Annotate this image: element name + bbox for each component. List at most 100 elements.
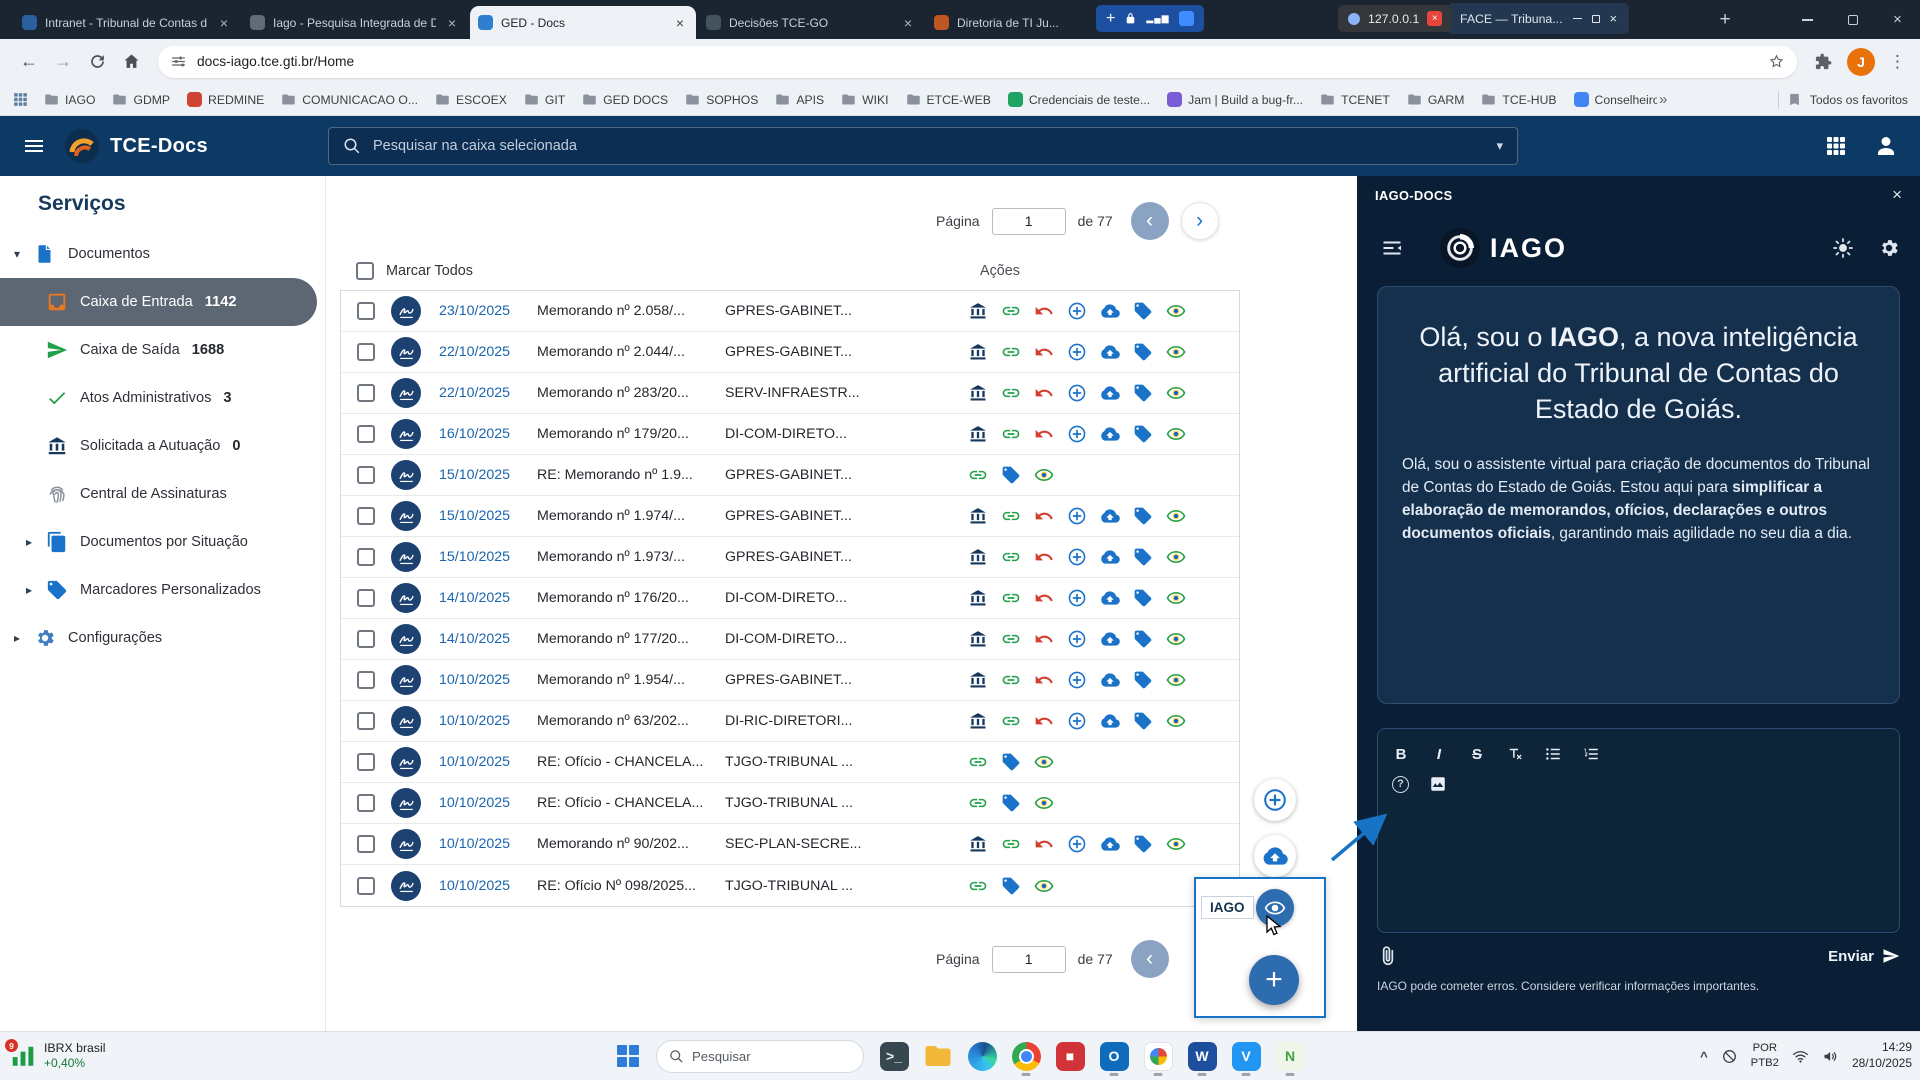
tag-action-icon[interactable] (1126, 585, 1159, 611)
tag-action-icon[interactable] (994, 462, 1027, 488)
image-icon[interactable] (1429, 775, 1447, 793)
app-search-input[interactable] (371, 137, 1486, 155)
sidebar-toggle-icon[interactable] (1380, 236, 1404, 260)
document-date-link[interactable]: 10/10/2025 (439, 672, 531, 688)
link-action-icon[interactable] (961, 749, 994, 775)
link-action-icon[interactable] (994, 298, 1027, 324)
document-date-link[interactable]: 15/10/2025 (439, 508, 531, 524)
row-checkbox[interactable] (357, 466, 375, 484)
settings-gear-icon[interactable] (1878, 237, 1900, 259)
link-action-icon[interactable] (994, 339, 1027, 365)
row-checkbox[interactable] (357, 753, 375, 771)
plusc-action-icon[interactable] (1060, 831, 1093, 857)
document-date-link[interactable]: 10/10/2025 (439, 795, 531, 811)
undo-action-icon[interactable] (1027, 708, 1060, 734)
bookmark-item[interactable]: ESCOEX (428, 89, 514, 110)
panel-close-icon[interactable]: × (1892, 185, 1902, 205)
expander-icon[interactable]: ▸ (26, 583, 42, 597)
expander-icon[interactable]: ▾ (14, 247, 30, 261)
bookmark-item[interactable]: TCE-HUB (1474, 89, 1563, 110)
row-checkbox[interactable] (357, 589, 375, 607)
taskbar-app-photos[interactable] (1136, 1034, 1180, 1078)
app-search-bar[interactable]: ▾ (328, 127, 1518, 165)
window-minimize-button[interactable] (1785, 0, 1830, 39)
eye-action-icon[interactable] (1159, 585, 1192, 611)
browser-tab[interactable]: GED - Docs × (470, 6, 696, 39)
bookmark-item[interactable]: GDMP (105, 89, 177, 110)
link-action-icon[interactable] (994, 380, 1027, 406)
overlay-close-icon[interactable]: × (1427, 11, 1442, 26)
link-action-icon[interactable] (961, 462, 994, 488)
plusc-action-icon[interactable] (1060, 421, 1093, 447)
bookmark-item[interactable]: GED DOCS (575, 89, 675, 110)
eye-action-icon[interactable] (1159, 626, 1192, 652)
eye-action-icon[interactable] (1159, 544, 1192, 570)
expander-icon[interactable]: ▸ (14, 631, 30, 645)
start-button[interactable] (608, 1036, 648, 1076)
face-window-overlay[interactable]: FACE — Tribuna... × (1448, 3, 1629, 34)
link-action-icon[interactable] (994, 667, 1027, 693)
row-checkbox[interactable] (357, 507, 375, 525)
expander-icon[interactable]: ▸ (26, 535, 42, 549)
eye-action-icon[interactable] (1027, 749, 1060, 775)
tag-action-icon[interactable] (1126, 503, 1159, 529)
document-title[interactable]: Memorando nº 1.973/... (537, 549, 719, 565)
row-checkbox[interactable] (357, 343, 375, 361)
bookmark-item[interactable]: GARM (1400, 89, 1472, 110)
sidebar-item[interactable]: ▸ Documentos por Situação (0, 518, 317, 566)
prev-page-button[interactable]: ‹ (1131, 202, 1169, 240)
plusc-action-icon[interactable] (1060, 503, 1093, 529)
overlay-tile[interactable] (1179, 11, 1194, 26)
document-date-link[interactable]: 10/10/2025 (439, 836, 531, 852)
taskbar-app-notepadpp[interactable]: N (1268, 1034, 1312, 1078)
row-checkbox[interactable] (357, 794, 375, 812)
cloud-action-icon[interactable] (1093, 544, 1126, 570)
numbered-list-icon[interactable] (1582, 745, 1600, 763)
row-checkbox[interactable] (357, 302, 375, 320)
address-bar[interactable]: docs-iago.tce.gti.br/Home (158, 46, 1797, 78)
undo-action-icon[interactable] (1027, 380, 1060, 406)
eye-action-icon[interactable] (1159, 831, 1192, 857)
sidebar-item[interactable]: ▸ Configurações (0, 614, 317, 662)
bank-action-icon[interactable] (961, 298, 994, 324)
bookmark-item[interactable]: Conselheiros Substi... (1567, 89, 1657, 110)
document-title[interactable]: Memorando nº 176/20... (537, 590, 719, 606)
document-title[interactable]: RE: Ofício Nº 098/2025... (537, 878, 719, 894)
eye-action-icon[interactable] (1159, 708, 1192, 734)
document-title[interactable]: RE: Ofício - CHANCELA... (537, 795, 719, 811)
bookmark-item[interactable]: COMUNICACAO O... (274, 89, 425, 110)
undo-action-icon[interactable] (1027, 667, 1060, 693)
cloud-action-icon[interactable] (1093, 380, 1126, 406)
undo-action-icon[interactable] (1027, 298, 1060, 324)
cloud-action-icon[interactable] (1093, 585, 1126, 611)
taskbar-stock-widget[interactable]: 9 IBRX brasil +0,40% (10, 1032, 106, 1080)
taskbar-app-terminal[interactable]: >_ (872, 1034, 916, 1078)
document-title[interactable]: Memorando nº 2.044/... (537, 344, 719, 360)
document-title[interactable]: Memorando nº 63/202... (537, 713, 719, 729)
bookmark-item[interactable]: GIT (517, 89, 572, 110)
plusc-action-icon[interactable] (1060, 298, 1093, 324)
plusc-action-icon[interactable] (1060, 380, 1093, 406)
forward-button[interactable]: → (48, 47, 78, 77)
new-tab-button[interactable]: + (1712, 7, 1738, 33)
document-date-link[interactable]: 10/10/2025 (439, 754, 531, 770)
window-close-button[interactable]: × (1875, 0, 1920, 39)
row-checkbox[interactable] (357, 425, 375, 443)
row-checkbox[interactable] (357, 384, 375, 402)
site-settings-icon[interactable] (170, 53, 187, 70)
document-date-link[interactable]: 16/10/2025 (439, 426, 531, 442)
link-action-icon[interactable] (994, 585, 1027, 611)
row-checkbox[interactable] (357, 835, 375, 853)
overlay-minimize-icon[interactable] (1573, 18, 1582, 20)
document-date-link[interactable]: 15/10/2025 (439, 549, 531, 565)
document-title[interactable]: Memorando nº 177/20... (537, 631, 719, 647)
overlay-pin-icon[interactable]: + (1106, 10, 1115, 28)
bank-action-icon[interactable] (961, 667, 994, 693)
language-indicator[interactable]: POR PTB2 (1751, 1041, 1779, 1070)
cloud-action-icon[interactable] (1093, 421, 1126, 447)
document-title[interactable]: Memorando nº 1.954/... (537, 672, 719, 688)
taskbar-clock[interactable]: 14:29 28/10/2025 (1852, 1040, 1912, 1071)
eye-action-icon[interactable] (1159, 380, 1192, 406)
eye-action-icon[interactable] (1027, 790, 1060, 816)
plusc-action-icon[interactable] (1060, 667, 1093, 693)
